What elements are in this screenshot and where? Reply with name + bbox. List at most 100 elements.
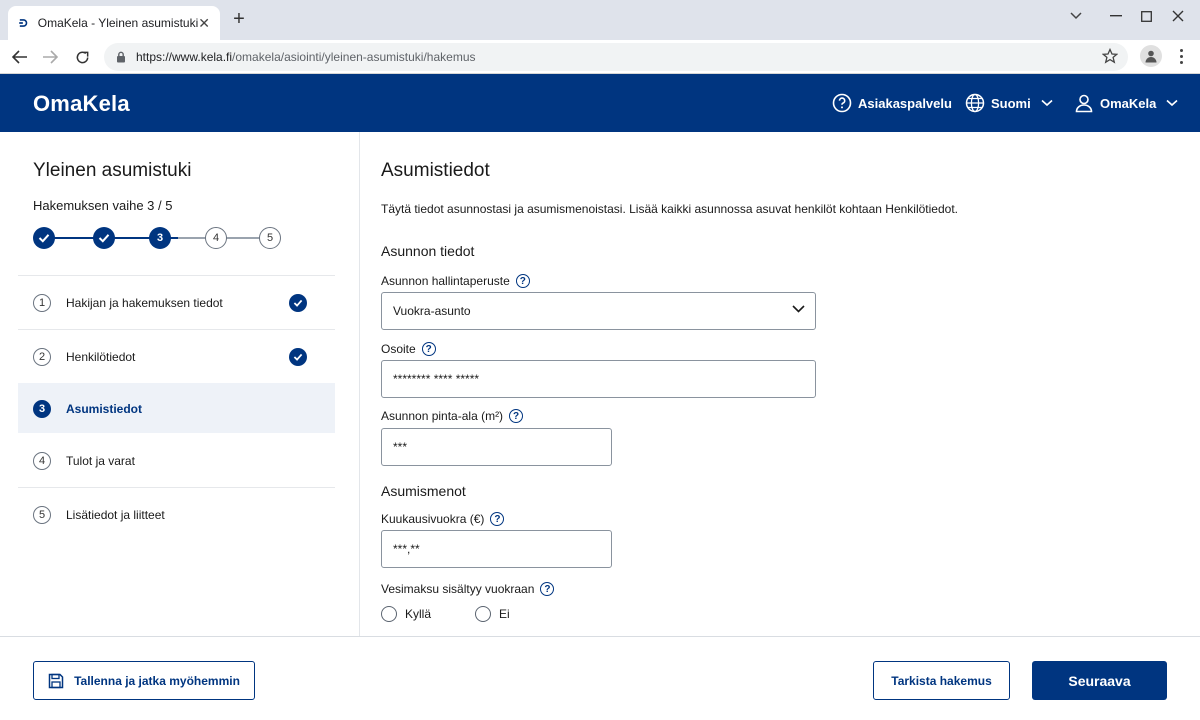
chevron-down-icon bbox=[792, 305, 805, 313]
chevron-down-icon bbox=[1041, 99, 1053, 107]
browser-tab[interactable]: OmaKela - Yleinen asumistuki ✕ bbox=[8, 6, 220, 40]
water-label-text: Vesimaksu sisältyy vuokraan bbox=[381, 582, 535, 596]
main-content: Asumistiedot Täytä tiedot asunnostasi ja… bbox=[361, 132, 1200, 636]
chevron-down-icon bbox=[1166, 99, 1178, 107]
sidebar: Yleinen asumistuki Hakemuksen vaihe 3 / … bbox=[0, 132, 360, 636]
rent-input[interactable]: ***,** bbox=[381, 530, 612, 568]
tenure-select[interactable]: Vuokra-asunto bbox=[381, 292, 816, 330]
account-label: OmaKela bbox=[1100, 95, 1157, 111]
section-title-costs: Asumismenot bbox=[381, 483, 466, 499]
close-window-icon[interactable] bbox=[1162, 6, 1194, 26]
language-selector[interactable]: Suomi bbox=[965, 93, 1053, 113]
form-footer: Tallenna ja jatka myöhemmin Tarkista hak… bbox=[0, 636, 1200, 720]
nav-item-label: Lisätiedot ja liitteet bbox=[66, 507, 165, 522]
nav-item-number: 3 bbox=[33, 399, 51, 418]
area-label: Asunnon pinta-ala (m²) ? bbox=[381, 409, 524, 423]
account-menu[interactable]: OmaKela bbox=[1074, 93, 1178, 113]
nav-item-income[interactable]: 4 Tulot ja varat bbox=[18, 433, 335, 487]
help-icon[interactable]: ? bbox=[490, 512, 505, 526]
address-input[interactable]: ******** **** ***** bbox=[381, 360, 816, 398]
maximize-icon[interactable] bbox=[1130, 6, 1162, 26]
review-application-button[interactable]: Tarkista hakemus bbox=[873, 661, 1010, 700]
tenure-select-value: Vuokra-asunto bbox=[393, 304, 471, 318]
browser-tabstrip: OmaKela - Yleinen asumistuki ✕ + bbox=[0, 0, 1200, 40]
radio-no-label[interactable]: Ei bbox=[499, 607, 510, 621]
bookmark-star-icon[interactable] bbox=[1101, 47, 1119, 69]
water-radio-group: Kyllä Ei bbox=[381, 606, 510, 622]
next-button[interactable]: Seuraava bbox=[1032, 661, 1167, 700]
forward-icon[interactable] bbox=[38, 45, 62, 69]
nav-item-persons[interactable]: 2 Henkilötiedot bbox=[18, 329, 335, 383]
water-label: Vesimaksu sisältyy vuokraan ? bbox=[381, 582, 555, 596]
area-input[interactable]: *** bbox=[381, 428, 612, 466]
stepper-step-1 bbox=[33, 227, 55, 249]
checkmark-icon bbox=[98, 234, 110, 243]
nav-item-applicant[interactable]: 1 Hakijan ja hakemuksen tiedot bbox=[18, 275, 335, 329]
sidebar-title: Yleinen asumistuki bbox=[33, 160, 192, 181]
address-label-text: Osoite bbox=[381, 342, 416, 356]
tab-close-icon[interactable]: ✕ bbox=[198, 15, 210, 32]
help-icon[interactable]: ? bbox=[509, 409, 524, 423]
help-icon[interactable]: ? bbox=[515, 274, 530, 288]
area-input-value: *** bbox=[393, 440, 408, 454]
url-text: https://www.kela.fi/omakela/asiointi/yle… bbox=[136, 50, 476, 64]
customer-service-link[interactable]: Asiakaspalvelu bbox=[832, 93, 952, 113]
tenure-label: Asunnon hallintaperuste ? bbox=[381, 274, 530, 288]
help-circle-icon bbox=[832, 93, 852, 113]
checkmark-icon bbox=[38, 234, 50, 243]
app-header: OmaKela Asiakaspalvelu Suomi OmaKela bbox=[0, 74, 1200, 132]
rent-label: Kuukausivuokra (€) ? bbox=[381, 512, 505, 526]
nav-item-label: Asumistiedot bbox=[66, 401, 143, 416]
save-button-label: Tallenna ja jatka myöhemmin bbox=[74, 673, 240, 688]
page-title: Asumistiedot bbox=[381, 160, 490, 181]
address-bar[interactable]: https://www.kela.fi/omakela/asiointi/yle… bbox=[104, 43, 1128, 71]
nav-item-number: 5 bbox=[33, 505, 51, 524]
back-icon[interactable] bbox=[8, 45, 32, 69]
page-intro: Täytä tiedot asunnostasi ja asumismenois… bbox=[381, 202, 958, 216]
radio-yes-label[interactable]: Kyllä bbox=[405, 607, 431, 621]
tenure-label-text: Asunnon hallintaperuste bbox=[381, 274, 510, 288]
globe-icon bbox=[965, 93, 985, 113]
rent-label-text: Kuukausivuokra (€) bbox=[381, 512, 485, 526]
customer-service-label: Asiakaspalvelu bbox=[858, 95, 952, 111]
save-and-continue-later-button[interactable]: Tallenna ja jatka myöhemmin bbox=[33, 661, 255, 700]
completed-check-icon bbox=[289, 348, 307, 366]
reload-icon[interactable] bbox=[70, 45, 94, 69]
language-label: Suomi bbox=[991, 95, 1031, 111]
step-nav-list: 1 Hakijan ja hakemuksen tiedot 2 Henkilö… bbox=[18, 275, 335, 541]
user-icon bbox=[1075, 94, 1093, 113]
rent-input-value: ***,** bbox=[393, 542, 420, 556]
step-indicator-text: Hakemuksen vaihe 3 / 5 bbox=[33, 198, 173, 213]
help-icon[interactable]: ? bbox=[421, 342, 436, 356]
radio-no[interactable] bbox=[475, 606, 492, 622]
nav-item-number: 4 bbox=[33, 451, 51, 470]
stepper-step-2 bbox=[93, 227, 115, 249]
nav-item-number: 1 bbox=[33, 293, 51, 312]
completed-check-icon bbox=[289, 294, 307, 312]
nav-item-label: Hakijan ja hakemuksen tiedot bbox=[66, 295, 223, 310]
browser-menu-icon[interactable] bbox=[1170, 45, 1192, 67]
lock-icon bbox=[117, 51, 125, 63]
nav-item-housing[interactable]: 3 Asumistiedot bbox=[18, 383, 335, 433]
area-label-text: Asunnon pinta-ala (m²) bbox=[381, 409, 504, 423]
tab-title: OmaKela - Yleinen asumistuki bbox=[37, 16, 199, 30]
kela-favicon-icon bbox=[19, 19, 28, 27]
save-disk-icon bbox=[48, 673, 64, 688]
omakela-logo[interactable]: OmaKela bbox=[33, 91, 130, 117]
nav-item-number: 2 bbox=[33, 347, 51, 366]
progress-stepper: 3 4 5 bbox=[33, 227, 283, 249]
stepper-step-3: 3 bbox=[149, 227, 171, 249]
stepper-step-5: 5 bbox=[259, 227, 281, 249]
browser-toolbar: https://www.kela.fi/omakela/asiointi/yle… bbox=[0, 40, 1200, 74]
browser-profile-icon[interactable] bbox=[1140, 45, 1162, 67]
nav-item-label: Tulot ja varat bbox=[66, 453, 135, 468]
stepper-line-done bbox=[53, 237, 198, 239]
tab-search-icon[interactable] bbox=[1060, 6, 1092, 26]
address-input-value: ******** **** ***** bbox=[393, 372, 480, 386]
nav-item-attachments[interactable]: 5 Lisätiedot ja liitteet bbox=[18, 487, 335, 541]
radio-yes[interactable] bbox=[381, 606, 397, 622]
nav-item-label: Henkilötiedot bbox=[66, 349, 136, 364]
minimize-icon[interactable] bbox=[1100, 6, 1132, 26]
help-icon[interactable]: ? bbox=[540, 582, 555, 596]
new-tab-icon[interactable]: + bbox=[228, 8, 250, 30]
